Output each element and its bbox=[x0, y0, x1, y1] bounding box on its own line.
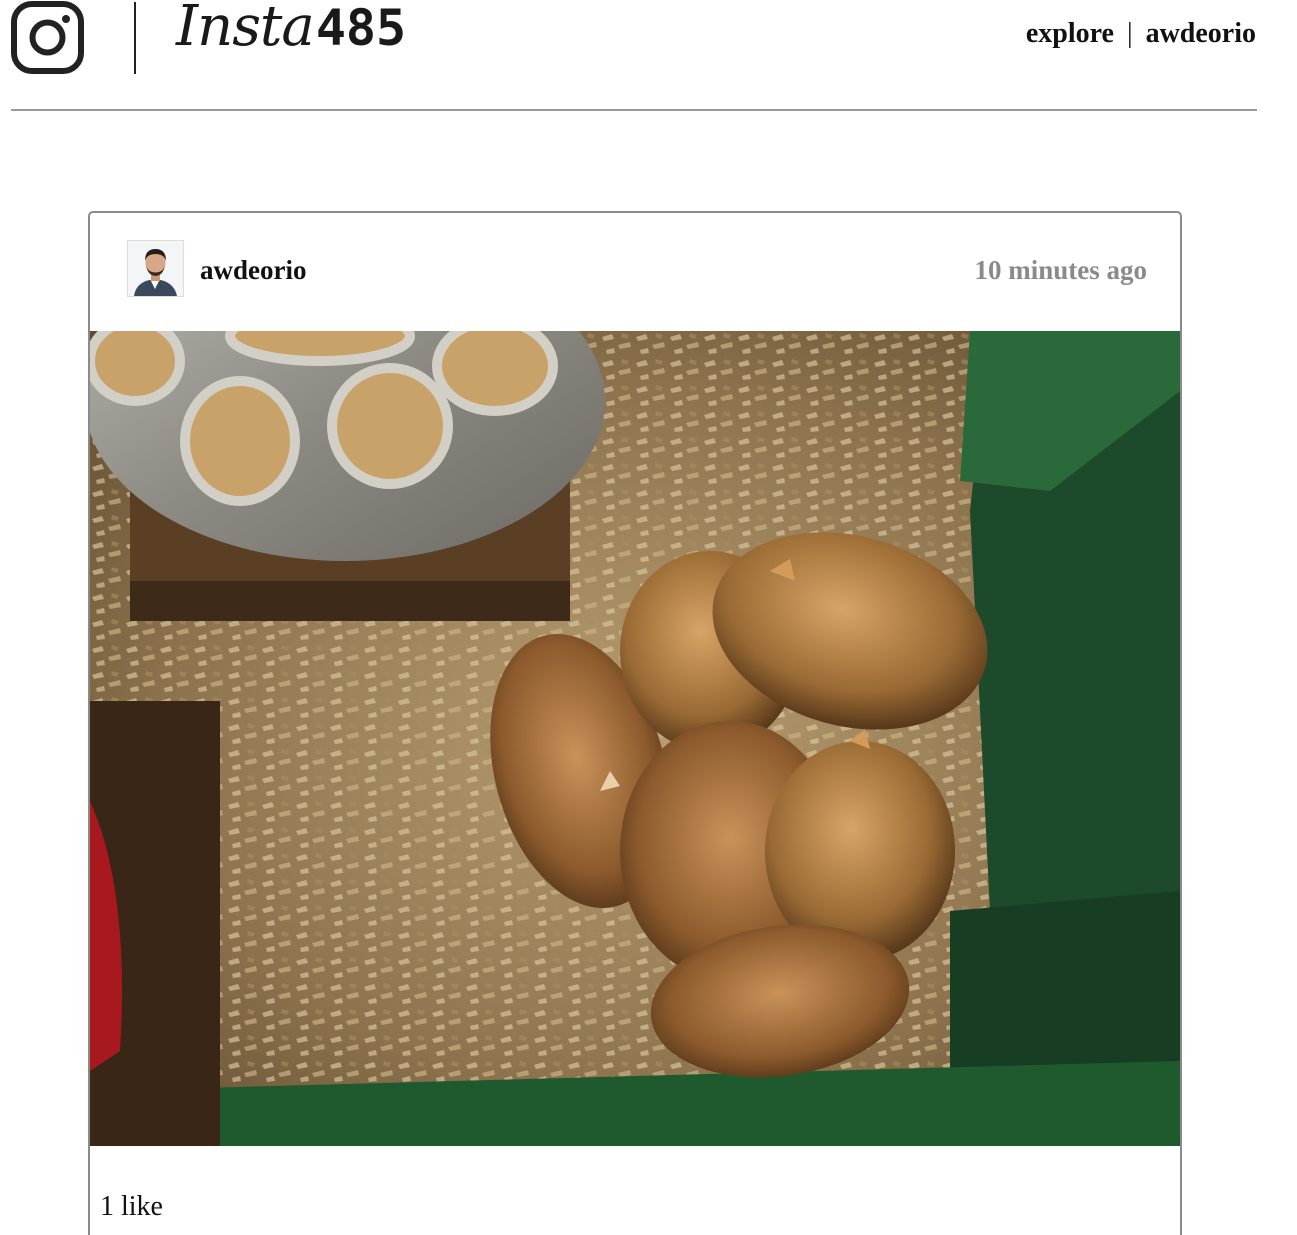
profile-link[interactable]: awdeorio bbox=[1146, 18, 1256, 49]
header-divider bbox=[11, 109, 1257, 111]
post-owner-link[interactable]: awdeorio bbox=[200, 255, 306, 286]
instagram-camera-icon[interactable] bbox=[10, 0, 85, 75]
post-image bbox=[90, 331, 1180, 1146]
post-card: awdeorio 10 minutes ago 1 like bbox=[88, 211, 1182, 1235]
avatar[interactable] bbox=[127, 240, 184, 297]
page: Insta 485 explore | awdeorio awdeorio 10… bbox=[0, 0, 1297, 1235]
site-header: Insta 485 explore | awdeorio bbox=[0, 0, 1297, 112]
header-vertical-divider bbox=[134, 2, 136, 74]
brand-number-text: 485 bbox=[315, 0, 407, 57]
nav-separator: | bbox=[1126, 18, 1133, 49]
brand-wordmark[interactable]: Insta 485 bbox=[176, 0, 406, 74]
top-nav: explore | awdeorio bbox=[1026, 18, 1256, 50]
post-timestamp-link[interactable]: 10 minutes ago bbox=[974, 255, 1147, 286]
explore-link[interactable]: explore bbox=[1026, 18, 1114, 49]
brand-script-text: Insta bbox=[176, 0, 315, 59]
likes-count: 1 like bbox=[100, 1191, 163, 1222]
